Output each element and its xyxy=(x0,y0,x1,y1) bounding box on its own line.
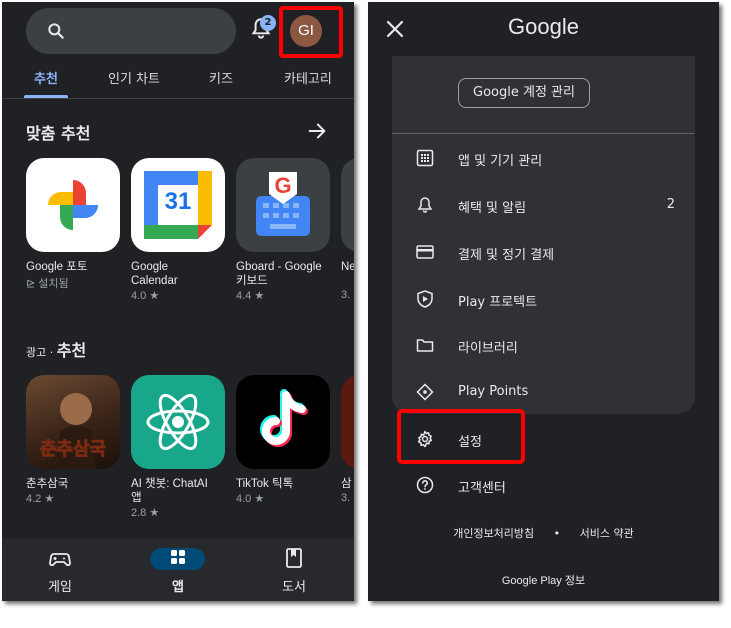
app-name: TikTok 틱톡 xyxy=(236,478,294,490)
app-name: AI 챗봇: ChatAI 앱 xyxy=(131,478,208,504)
app-card-gboard[interactable]: G Gboard - Google 키보드 4.4 ★ xyxy=(236,158,331,302)
gboard-icon: G xyxy=(236,158,330,252)
app-name: 춘추삼국 xyxy=(26,478,69,490)
app-card-google-photos[interactable]: Google 포토 ⊵ 설치됨 xyxy=(26,158,121,291)
about-google-play-link[interactable]: Google Play 정보 xyxy=(368,572,719,588)
tabs-divider xyxy=(2,98,354,99)
app-rating: 2.8 ★ xyxy=(131,507,160,519)
menu-item-manage-apps[interactable]: 앱 및 기기 관리 xyxy=(392,139,695,179)
app-rating: 3. xyxy=(341,492,351,504)
menu-label: Play Points xyxy=(458,384,529,399)
google-logo: Google xyxy=(508,14,579,39)
chunchu-samguk-icon: 춘추삼국 xyxy=(26,375,120,469)
ai-chatbot-icon xyxy=(131,375,225,469)
notification-badge: 2 xyxy=(260,15,276,31)
app-card-chunchu-samguk[interactable]: 춘추삼국 춘추삼국 4.2 ★ xyxy=(26,375,121,505)
svg-text:G: G xyxy=(274,173,291,198)
calendar-date: 31 xyxy=(164,188,192,215)
category-tabs: 추천 인기 차트 키즈 카테고리 xyxy=(2,68,354,98)
menu-item-play-protect[interactable]: Play 프로텍트 xyxy=(392,280,695,320)
folder-icon xyxy=(416,339,434,352)
bottom-navigation: 게임 앱 도서 xyxy=(2,538,354,601)
menu-label: 혜택 및 알림 xyxy=(458,201,527,216)
search-bar[interactable] xyxy=(26,8,236,54)
nav-books[interactable]: 도서 xyxy=(244,538,344,601)
arrow-right-icon[interactable] xyxy=(306,120,328,142)
app-name: 삼 xyxy=(341,478,352,490)
app-rating: 4.0 ★ xyxy=(131,290,160,302)
app-name: Google Calendar xyxy=(131,261,178,287)
help-icon xyxy=(416,476,434,494)
app-rating: 4.0 ★ xyxy=(236,493,265,505)
app-rating: 4.4 ★ xyxy=(236,290,265,302)
app-rating: 4.2 ★ xyxy=(26,493,55,505)
menu-item-payments[interactable]: 결제 및 정기 결제 xyxy=(392,233,695,273)
menu-label: Play 프로텍트 xyxy=(458,295,538,310)
diamond-icon xyxy=(416,383,434,401)
highlight-box-avatar xyxy=(279,6,343,58)
tab-top-charts[interactable]: 인기 차트 xyxy=(108,68,160,87)
footer-separator: • xyxy=(553,527,561,540)
ad-section-title: 추천 xyxy=(56,341,87,360)
tiktok-icon xyxy=(236,375,330,469)
privacy-policy-link[interactable]: 개인정보처리방침 xyxy=(453,525,534,541)
app-card-ai-chatbot[interactable]: AI 챗봇: ChatAI 앱 2.8 ★ xyxy=(131,375,226,519)
app-name: Gboard - Google 키보드 xyxy=(236,261,322,287)
search-icon xyxy=(48,23,64,39)
grid-icon xyxy=(416,149,434,167)
book-icon xyxy=(286,548,302,568)
app-card-google-calendar[interactable]: 31 Google Calendar 4.0 ★ xyxy=(131,158,226,302)
menu-label: 고객센터 xyxy=(458,481,506,496)
terms-of-service-link[interactable]: 서비스 약관 xyxy=(580,525,634,541)
bell-icon xyxy=(417,197,433,213)
section-title-recommended: 맞춤 추천 xyxy=(26,124,91,143)
menu-item-offers-notifications[interactable]: 혜택 및 알림 2 xyxy=(392,186,695,226)
menu-label: 결제 및 정기 결제 xyxy=(458,248,555,263)
app-status: ⊵ 설치됨 xyxy=(26,275,121,291)
manage-google-account-button[interactable]: Google 계정 관리 xyxy=(458,78,590,108)
nav-label: 도서 xyxy=(282,580,306,595)
card-icon xyxy=(416,245,434,259)
nav-label: 앱 xyxy=(172,580,184,595)
tab-recommended[interactable]: 추천 xyxy=(34,68,58,87)
nav-games[interactable]: 게임 xyxy=(10,538,110,601)
nav-label: 게임 xyxy=(48,580,72,595)
installed-icon: ⊵ xyxy=(26,278,39,290)
play-store-home-screen: 2 GI 추천 인기 차트 키즈 카테고리 맞춤 추천 Google 포토 ⊵ … xyxy=(2,2,354,601)
gamepad-icon xyxy=(49,553,71,567)
app-rating: 3. xyxy=(341,289,351,301)
app-card-partial[interactable]: 삼 3. xyxy=(341,375,354,504)
svg-text:춘추삼국: 춘추삼국 xyxy=(40,439,106,460)
app-status-text: 설치됨 xyxy=(38,278,69,290)
app-name: Google 포토 xyxy=(26,261,88,273)
google-photos-icon xyxy=(26,158,120,252)
highlight-box-settings xyxy=(397,409,525,464)
section-title-ads: 광고 · 추천 xyxy=(26,337,86,361)
menu-label: 앱 및 기기 관리 xyxy=(458,154,543,169)
ad-label: 광고 · xyxy=(26,346,57,359)
notification-count: 2 xyxy=(666,197,675,212)
app-card-tiktok[interactable]: TikTok 틱톡 4.0 ★ xyxy=(236,375,331,505)
apps-grid-icon xyxy=(171,550,185,564)
app-card-partial[interactable]: Ne 3. xyxy=(341,158,354,301)
tab-kids[interactable]: 키즈 xyxy=(209,68,233,87)
card-divider xyxy=(392,133,695,134)
footer-links: 개인정보처리방침 • 서비스 약관 xyxy=(368,525,719,541)
app-name: Ne xyxy=(341,261,354,273)
app-icon-partial xyxy=(341,158,354,252)
app-icon-partial xyxy=(341,375,354,469)
menu-label: 라이브러리 xyxy=(458,341,518,356)
nav-apps[interactable]: 앱 xyxy=(128,538,228,601)
account-menu-screen: Google Google 계정 관리 앱 및 기기 관리 혜택 및 알림 2 … xyxy=(368,2,719,601)
tab-categories[interactable]: 카테고리 xyxy=(284,68,332,87)
menu-item-play-points[interactable]: Play Points xyxy=(392,373,695,413)
menu-item-help-center[interactable]: 고객센터 xyxy=(392,466,695,506)
menu-item-library[interactable]: 라이브러리 xyxy=(392,326,695,366)
shield-play-icon xyxy=(417,290,433,308)
google-calendar-icon: 31 xyxy=(131,158,225,252)
